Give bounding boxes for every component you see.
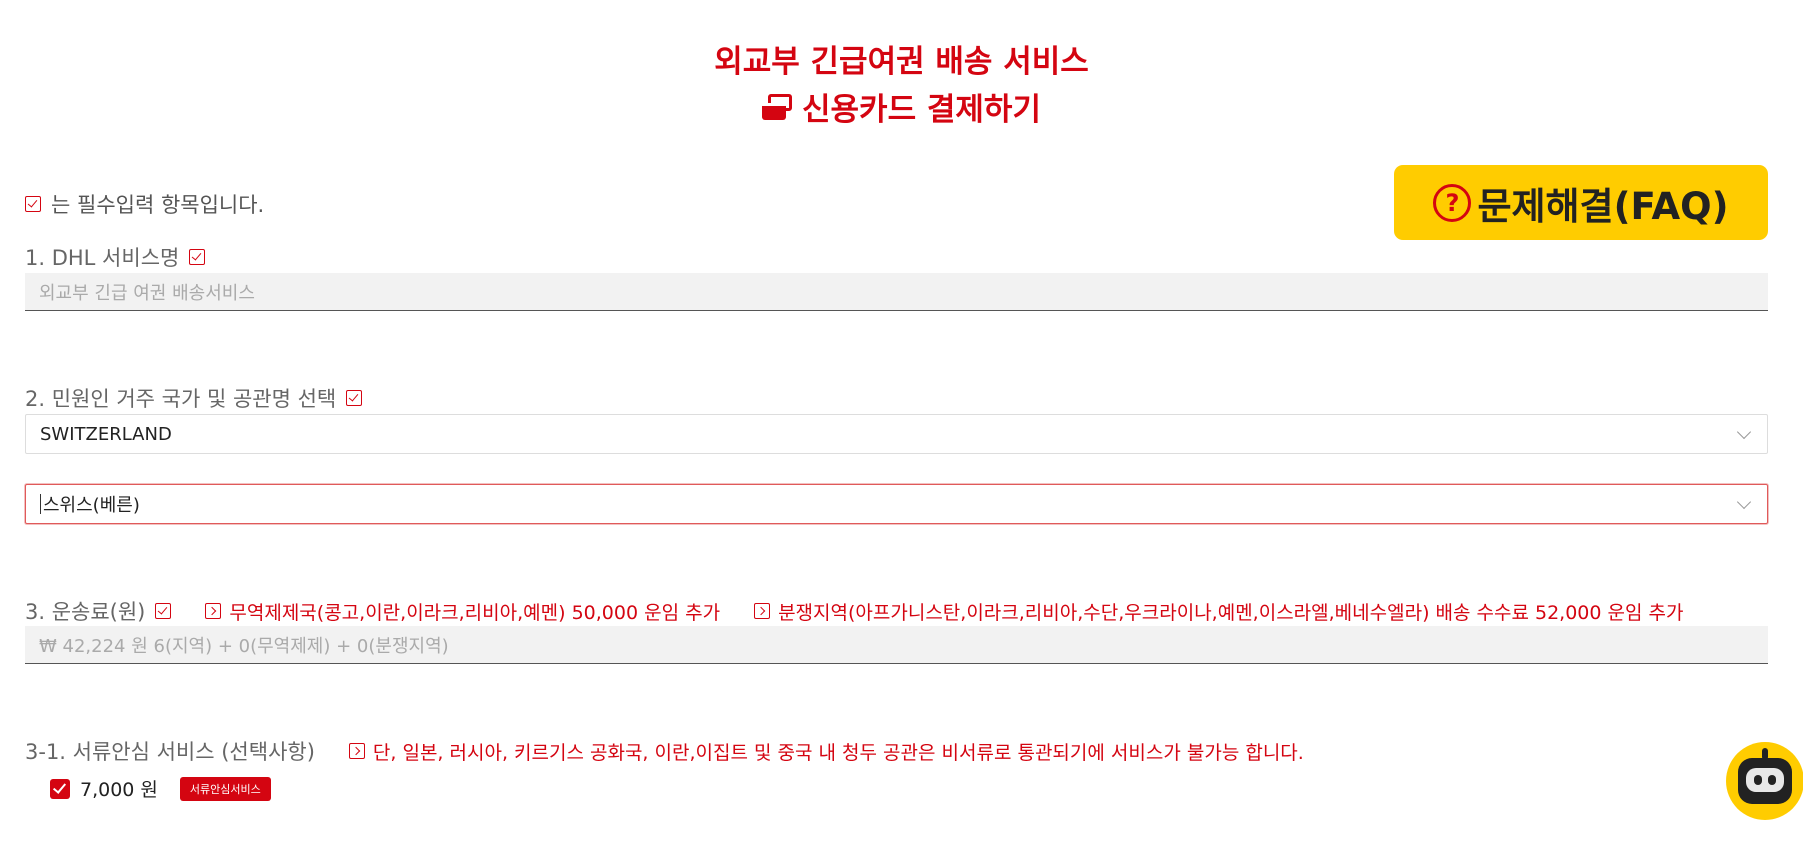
question-icon: ?	[1433, 183, 1472, 222]
shipping-fee-field: ₩ 42,224 원 6(지역) + 0(무역제제) + 0(분쟁지역)	[25, 626, 1768, 664]
country-label-text: 2. 민원인 거주 국가 및 공관명 선택	[25, 387, 337, 411]
arrow-right-icon	[754, 603, 771, 619]
chatbot-icon[interactable]	[1726, 742, 1803, 820]
service-name-label-text: 1. DHL 서비스명	[25, 246, 180, 270]
faq-button-label: 문제해결(FAQ)	[1477, 184, 1729, 228]
page-title: 외교부 긴급여권 배송 서비스	[714, 44, 1089, 80]
document-service-price: 7,000 원	[80, 779, 158, 801]
card-icon	[762, 93, 793, 120]
document-service-badge: 서류안심서비스	[179, 776, 271, 801]
document-service-notice-text: 단, 일본, 러시아, 키르기스 공화국, 이란,이집트 및 중국 내 청두 공…	[372, 741, 1304, 764]
check-icon	[189, 249, 206, 265]
embassy-select[interactable]: 스위스(베른)	[25, 484, 1768, 524]
service-name-label: 1. DHL 서비스명	[25, 242, 206, 272]
page-subtitle: 신용카드 결제하기	[0, 84, 1803, 129]
text-cursor	[40, 494, 41, 514]
shipping-fee-label: 3. 운송료(원) 무역제제국(콩고,이란,이라크,리비아,예멘) 50,000…	[25, 596, 1684, 626]
sanction-notice: 무역제제국(콩고,이란,이라크,리비아,예멘) 50,000 운임 추가	[205, 598, 720, 625]
chevron-down-icon	[1736, 494, 1752, 510]
chatbot-eye	[1754, 775, 1762, 785]
document-service-checkbox[interactable]	[50, 778, 70, 799]
check-icon	[25, 196, 41, 212]
arrow-right-icon	[348, 743, 365, 759]
arrow-right-icon	[205, 603, 222, 619]
faq-button[interactable]: ? 문제해결(FAQ)	[1394, 165, 1768, 240]
shipping-fee-label-text: 3. 운송료(원)	[25, 600, 146, 624]
chatbot-eye	[1768, 775, 1776, 785]
document-service-label-text: 3-1. 서류안심 서비스 (선택사항)	[25, 740, 315, 764]
document-service-notice: 단, 일본, 러시아, 키르기스 공화국, 이란,이집트 및 중국 내 청두 공…	[348, 738, 1304, 765]
chevron-down-icon	[1736, 424, 1752, 440]
check-icon	[155, 603, 172, 619]
country-select-value: SWITZERLAND	[40, 423, 172, 445]
embassy-select-value: 스위스(베른)	[43, 495, 140, 516]
conflict-notice: 분쟁지역(아프가니스탄,이라크,리비아,수단,우크라이나,예멘,이스라엘,베네수…	[754, 598, 1684, 625]
chatbot-face	[1746, 768, 1784, 792]
sanction-notice-text: 무역제제국(콩고,이란,이라크,리비아,예멘) 50,000 운임 추가	[229, 601, 721, 624]
document-service-label: 3-1. 서류안심 서비스 (선택사항) 단, 일본, 러시아, 키르기스 공화…	[25, 736, 1304, 766]
required-note: 는 필수입력 항목입니다.	[25, 189, 264, 219]
required-note-text: 는 필수입력 항목입니다.	[51, 193, 265, 217]
check-icon	[346, 390, 363, 406]
conflict-notice-text: 분쟁지역(아프가니스탄,이라크,리비아,수단,우크라이나,예멘,이스라엘,베네수…	[778, 601, 1684, 624]
page-subtitle-text: 신용카드 결제하기	[802, 92, 1041, 128]
service-name-field: 외교부 긴급 여권 배송서비스	[25, 273, 1768, 311]
document-service-option: 7,000 원 서류안심서비스	[50, 775, 271, 802]
country-select[interactable]: SWITZERLAND	[25, 414, 1768, 454]
country-label: 2. 민원인 거주 국가 및 공관명 선택	[25, 383, 363, 413]
chatbot-head	[1738, 758, 1792, 804]
